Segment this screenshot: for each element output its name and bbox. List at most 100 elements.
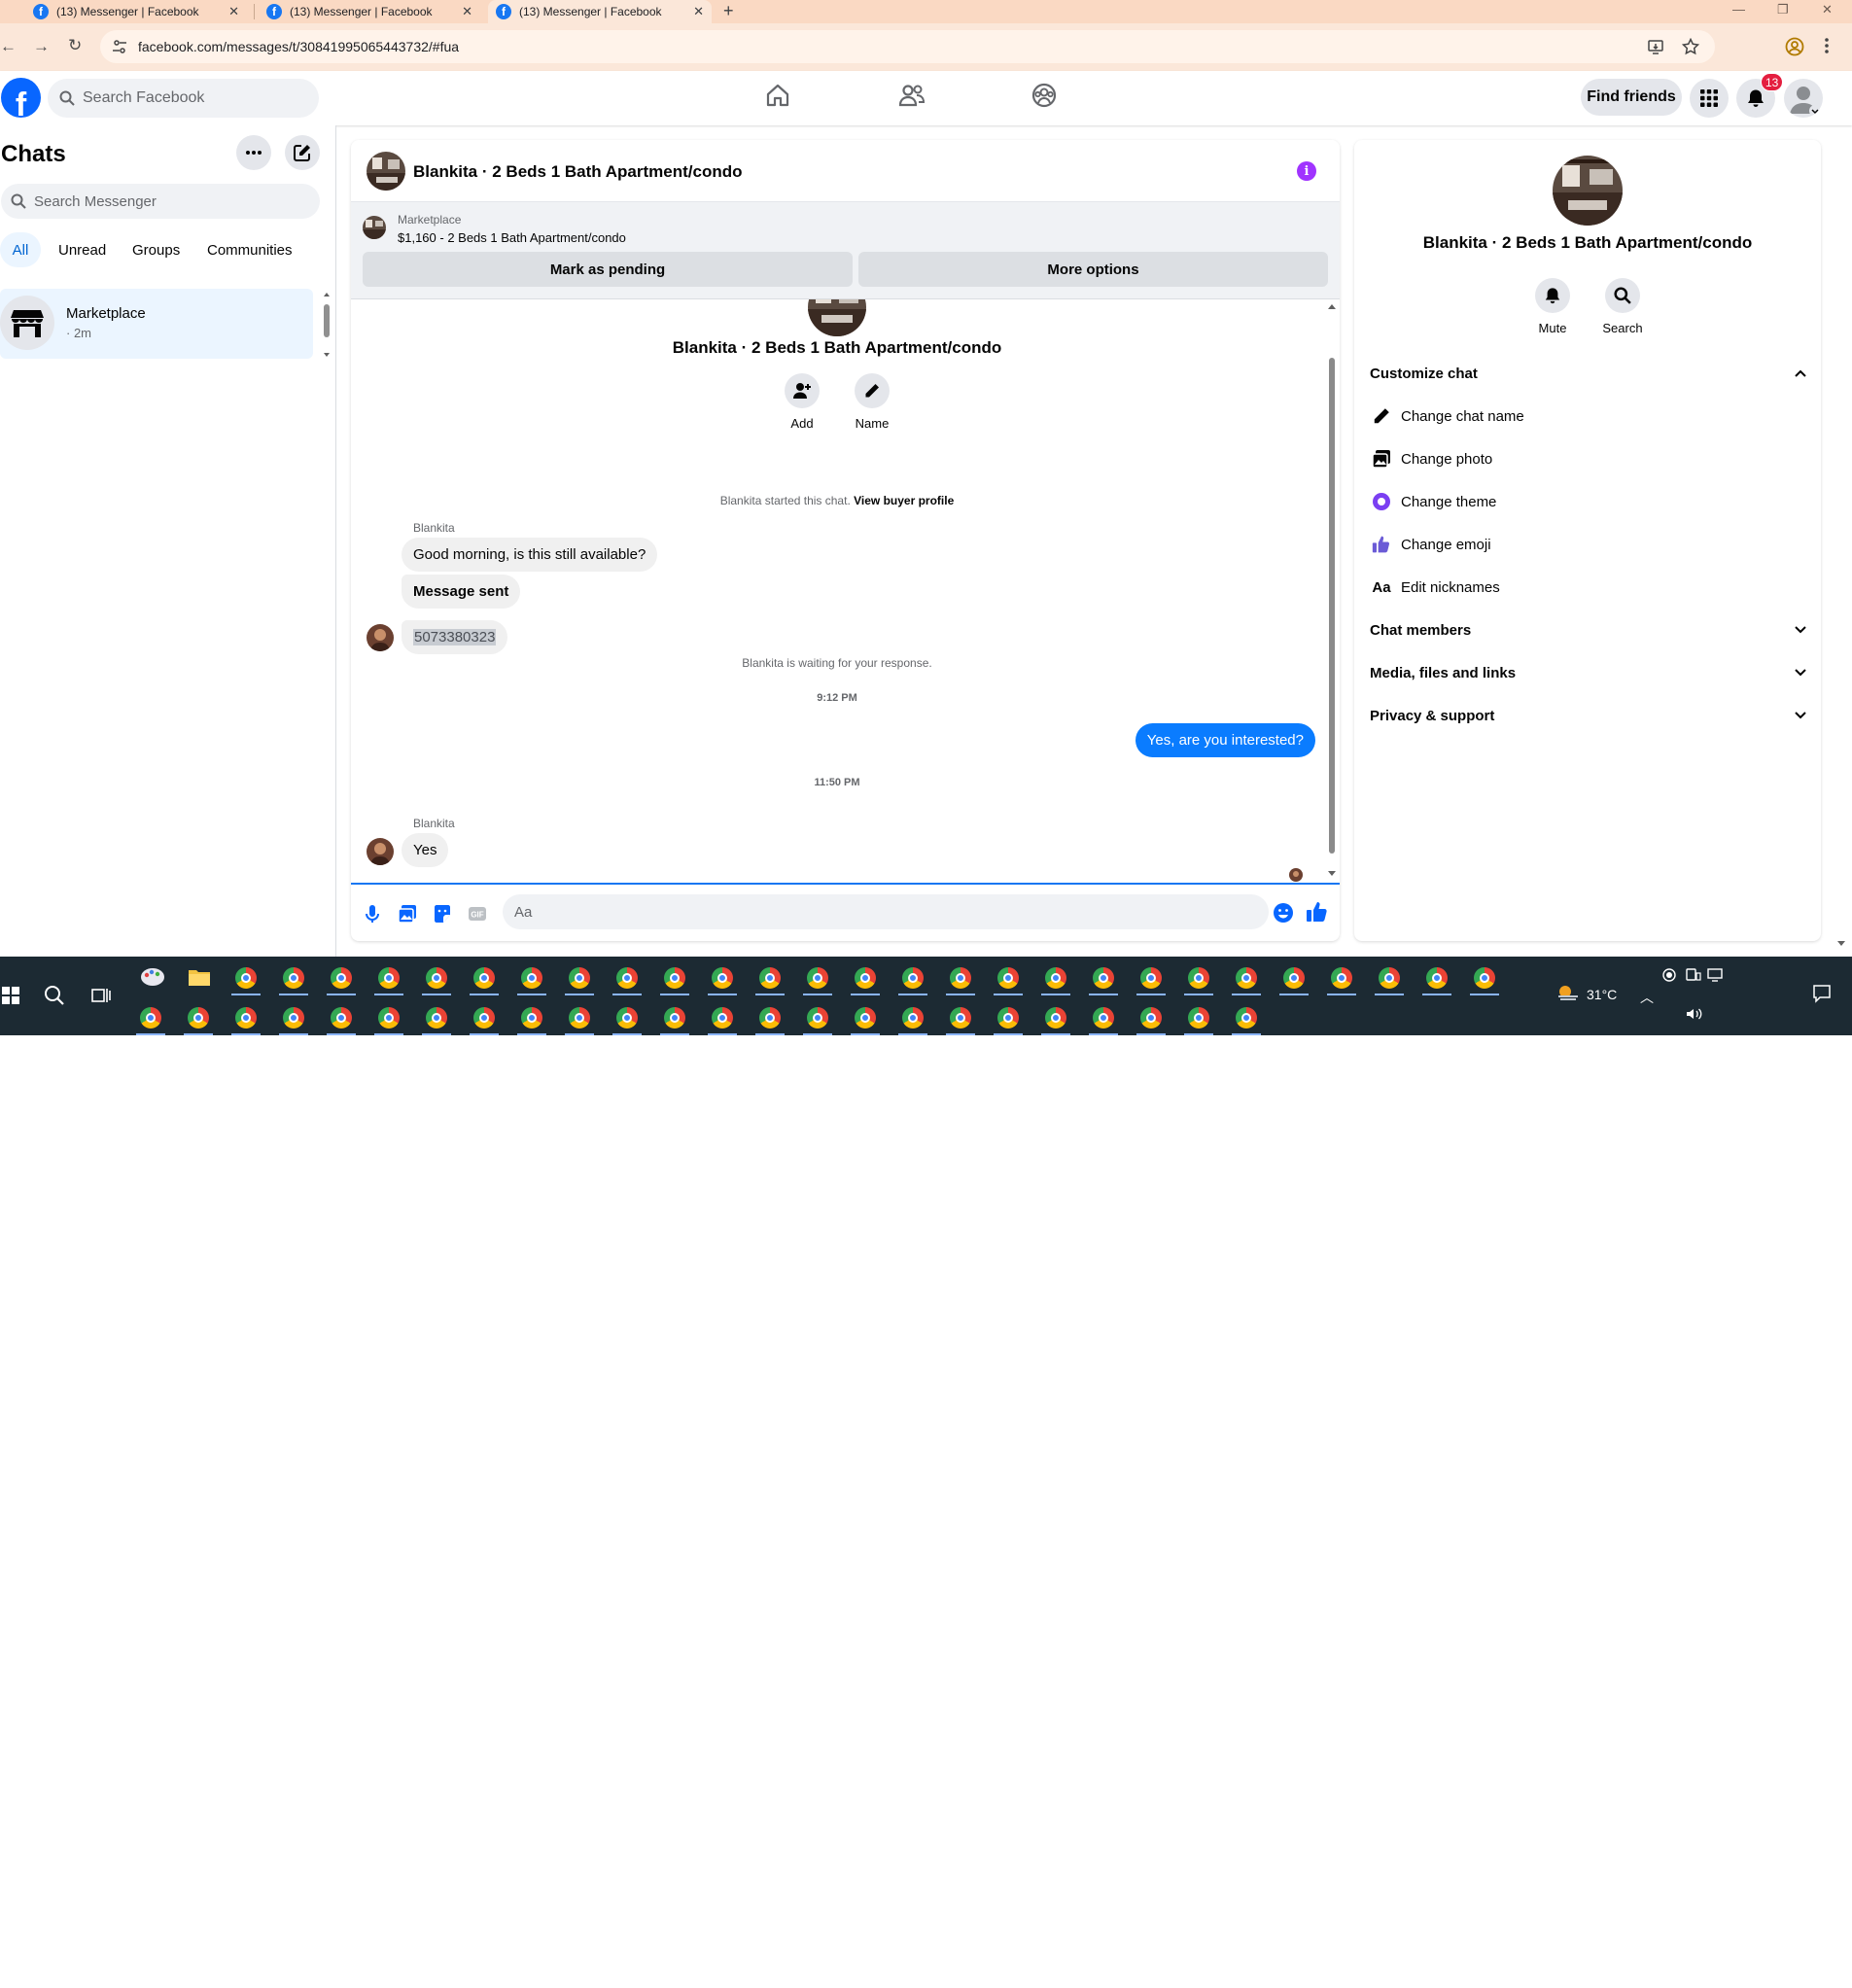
- chrome-taskbar-icon[interactable]: [521, 967, 542, 989]
- message-bubble[interactable]: 5073380323: [402, 620, 508, 654]
- weather-icon[interactable]: [1556, 983, 1580, 1002]
- messenger-search-input[interactable]: [34, 192, 297, 210]
- location-icon[interactable]: [1662, 968, 1676, 982]
- chrome-taskbar-icon[interactable]: [1140, 967, 1162, 989]
- chrome-taskbar-icon[interactable]: [521, 1007, 542, 1029]
- chrome-taskbar-icon[interactable]: [759, 967, 781, 989]
- filter-communities[interactable]: Communities: [195, 232, 304, 267]
- chrome-taskbar-icon[interactable]: [1093, 1007, 1114, 1029]
- avatar[interactable]: [1784, 79, 1823, 118]
- thread-scrollbar[interactable]: [1324, 299, 1340, 883]
- restore-icon[interactable]: ❐: [1777, 2, 1789, 17]
- friends-icon[interactable]: [898, 83, 926, 108]
- change-emoji-item[interactable]: Change emoji: [1370, 523, 1807, 566]
- info-icon[interactable]: i: [1297, 161, 1316, 181]
- taskbar-search-icon[interactable]: [44, 985, 65, 1006]
- install-app-icon[interactable]: [1647, 38, 1664, 55]
- messenger-search[interactable]: [1, 184, 320, 219]
- chrome-taskbar-icon[interactable]: [1379, 967, 1400, 989]
- chrome-taskbar-icon[interactable]: [712, 1007, 733, 1029]
- chrome-taskbar-icon[interactable]: [902, 967, 924, 989]
- change-photo-item[interactable]: Change photo: [1370, 437, 1807, 480]
- chrome-taskbar-icon[interactable]: [616, 1007, 638, 1029]
- close-tab-icon[interactable]: ✕: [462, 4, 472, 19]
- chrome-taskbar-icon[interactable]: [997, 967, 1019, 989]
- chrome-taskbar-icon[interactable]: [378, 1007, 400, 1029]
- chrome-taskbar-icon[interactable]: [855, 1007, 876, 1029]
- chrome-taskbar-icon[interactable]: [1045, 1007, 1066, 1029]
- media-files-section[interactable]: Media, files and links: [1370, 651, 1807, 694]
- conversation-avatar[interactable]: [367, 152, 405, 191]
- chrome-taskbar-icon[interactable]: [235, 1007, 257, 1029]
- filter-all[interactable]: All: [0, 232, 41, 267]
- listing-title[interactable]: $1,160 - 2 Beds 1 Bath Apartment/condo: [398, 230, 626, 245]
- thumbs-up-icon[interactable]: [1306, 900, 1329, 924]
- chrome-taskbar-icon[interactable]: [426, 967, 447, 989]
- view-buyer-profile-link[interactable]: View buyer profile: [854, 494, 954, 507]
- chrome-taskbar-icon[interactable]: [1140, 1007, 1162, 1029]
- chrome-taskbar-icon[interactable]: [1426, 967, 1448, 989]
- facebook-logo[interactable]: f: [1, 78, 41, 118]
- chrome-taskbar-icon[interactable]: [473, 967, 495, 989]
- reload-icon[interactable]: ↻: [68, 36, 82, 55]
- chrome-taskbar-icon[interactable]: [1045, 967, 1066, 989]
- mute-button[interactable]: Mute: [1523, 278, 1582, 335]
- browser-tab-2[interactable]: f (13) Messenger | Facebook ✕: [259, 0, 480, 23]
- message-input[interactable]: [514, 903, 1234, 921]
- new-message-button[interactable]: [285, 135, 320, 170]
- chrome-taskbar-icon[interactable]: [1093, 967, 1114, 989]
- file-explorer-icon[interactable]: [188, 967, 211, 987]
- outgoing-message-bubble[interactable]: Yes, are you interested?: [1135, 723, 1315, 757]
- chrome-taskbar-icon[interactable]: [616, 967, 638, 989]
- chrome-taskbar-icon[interactable]: [1331, 967, 1352, 989]
- chrome-taskbar-icon[interactable]: [1283, 967, 1305, 989]
- task-view-icon[interactable]: [91, 986, 111, 1005]
- browser-tab-1[interactable]: f (13) Messenger | Facebook ✕: [25, 0, 247, 23]
- chrome-taskbar-icon[interactable]: [283, 967, 304, 989]
- chrome-taskbar-icon[interactable]: [1236, 1007, 1257, 1029]
- new-tab-icon[interactable]: +: [723, 1, 734, 21]
- message-bubble[interactable]: Good morning, is this still available?: [402, 538, 658, 572]
- browser-tab-3-active[interactable]: f (13) Messenger | Facebook ✕: [488, 0, 712, 23]
- chat-info-avatar[interactable]: [1553, 156, 1623, 226]
- message-input-box[interactable]: [503, 894, 1269, 929]
- more-options-button[interactable]: More options: [858, 252, 1328, 287]
- windows-start-icon[interactable]: [2, 987, 19, 1004]
- name-chat-button[interactable]: Name: [843, 373, 901, 431]
- close-tab-icon[interactable]: ✕: [228, 4, 239, 19]
- page-scroll-down-icon[interactable]: [1836, 939, 1846, 947]
- microphone-icon[interactable]: [363, 904, 382, 924]
- chat-members-section[interactable]: Chat members: [1370, 609, 1807, 651]
- chrome-taskbar-icon[interactable]: [426, 1007, 447, 1029]
- home-icon[interactable]: [765, 83, 790, 108]
- chrome-taskbar-icon[interactable]: [807, 1007, 828, 1029]
- chrome-taskbar-icon[interactable]: [1236, 967, 1257, 989]
- edit-nicknames-item[interactable]: Aa Edit nicknames: [1370, 566, 1807, 609]
- chrome-taskbar-icon[interactable]: [759, 1007, 781, 1029]
- device-icon[interactable]: [1686, 968, 1701, 982]
- groups-icon[interactable]: [1031, 83, 1057, 108]
- chrome-taskbar-icon[interactable]: [807, 967, 828, 989]
- message-bubble[interactable]: Message sent: [402, 575, 521, 609]
- address-bar[interactable]: facebook.com/messages/t/3084199506544373…: [100, 30, 1715, 63]
- network-icon[interactable]: [1707, 968, 1723, 982]
- chrome-taskbar-icon[interactable]: [569, 967, 590, 989]
- chrome-menu-icon[interactable]: [1824, 37, 1830, 54]
- filter-groups[interactable]: Groups: [121, 232, 192, 267]
- paint-app-icon[interactable]: [140, 966, 165, 988]
- customize-chat-section[interactable]: Customize chat: [1370, 352, 1807, 395]
- chrome-taskbar-icon[interactable]: [664, 1007, 685, 1029]
- chevron-up-icon[interactable]: ︿: [1640, 988, 1654, 1007]
- notification-center-icon[interactable]: [1812, 984, 1832, 1003]
- search-in-chat-button[interactable]: Search: [1593, 278, 1652, 335]
- chrome-taskbar-icon[interactable]: [712, 967, 733, 989]
- chrome-taskbar-icon[interactable]: [902, 1007, 924, 1029]
- volume-icon[interactable]: [1686, 1007, 1703, 1021]
- chrome-taskbar-icon[interactable]: [950, 1007, 971, 1029]
- facebook-search[interactable]: [48, 79, 319, 118]
- chrome-taskbar-icon[interactable]: [235, 967, 257, 989]
- add-people-button[interactable]: Add: [773, 373, 831, 431]
- back-icon[interactable]: ←: [0, 37, 17, 56]
- taskbar-clock[interactable]: 11:53 PM Thursday 8/7/2025: [1723, 1924, 1799, 1988]
- chrome-taskbar-icon[interactable]: [378, 967, 400, 989]
